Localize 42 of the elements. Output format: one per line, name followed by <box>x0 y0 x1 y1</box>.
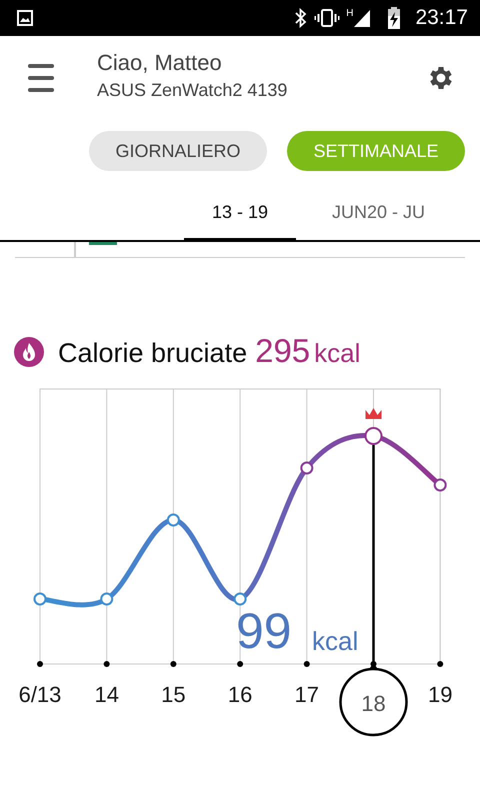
axis-dot <box>37 661 43 667</box>
data-point[interactable] <box>34 592 46 606</box>
clock-time: 23:17 <box>415 6 468 30</box>
device-name: ASUS ZenWatch2 4139 <box>97 80 288 100</box>
bar-marker <box>89 242 117 245</box>
vibrate-icon <box>314 8 340 28</box>
battery-icon <box>387 7 402 29</box>
flame-icon <box>14 337 44 367</box>
period-button[interactable]: GIORNALIERO <box>89 131 267 171</box>
day-label[interactable]: 16 <box>228 682 252 707</box>
calorie-total: 295 <box>255 332 310 370</box>
selected-reading: 99 <box>236 603 292 659</box>
data-point[interactable] <box>166 514 180 526</box>
data-point[interactable] <box>234 592 247 606</box>
axis-dot <box>104 661 110 667</box>
reading-unit: kcal <box>312 626 358 656</box>
axis-dot <box>237 661 244 667</box>
day-label[interactable]: 14 <box>94 682 119 707</box>
day-label[interactable]: 17 <box>294 682 320 707</box>
day-label[interactable]: 19 <box>428 682 452 707</box>
selected-day-bubble[interactable] <box>339 668 408 736</box>
data-point[interactable] <box>434 478 447 492</box>
axis-dot <box>170 661 176 667</box>
network-type: H <box>346 8 354 19</box>
data-point[interactable] <box>100 592 114 606</box>
data-point[interactable] <box>364 427 382 445</box>
signal-icon <box>353 8 372 28</box>
bluetooth-icon <box>294 8 308 28</box>
axis-dot <box>304 661 310 667</box>
week-tab[interactable]: JUN20 - JU <box>326 186 432 242</box>
week-tab[interactable]: 13 - 19 <box>184 186 296 242</box>
data-point[interactable] <box>300 462 314 474</box>
image-icon <box>17 10 33 26</box>
section-title: Calorie bruciate <box>58 338 248 369</box>
day-label[interactable]: 6/13 <box>18 682 62 707</box>
axis-dot <box>437 661 444 667</box>
day-label[interactable]: 15 <box>161 682 186 707</box>
day-label[interactable]: 18 <box>361 691 386 716</box>
crown-icon <box>366 408 382 419</box>
greeting-text: Ciao, Matteo <box>97 50 223 76</box>
calorie-unit: kcal <box>314 338 360 369</box>
menu-icon[interactable] <box>28 63 56 93</box>
